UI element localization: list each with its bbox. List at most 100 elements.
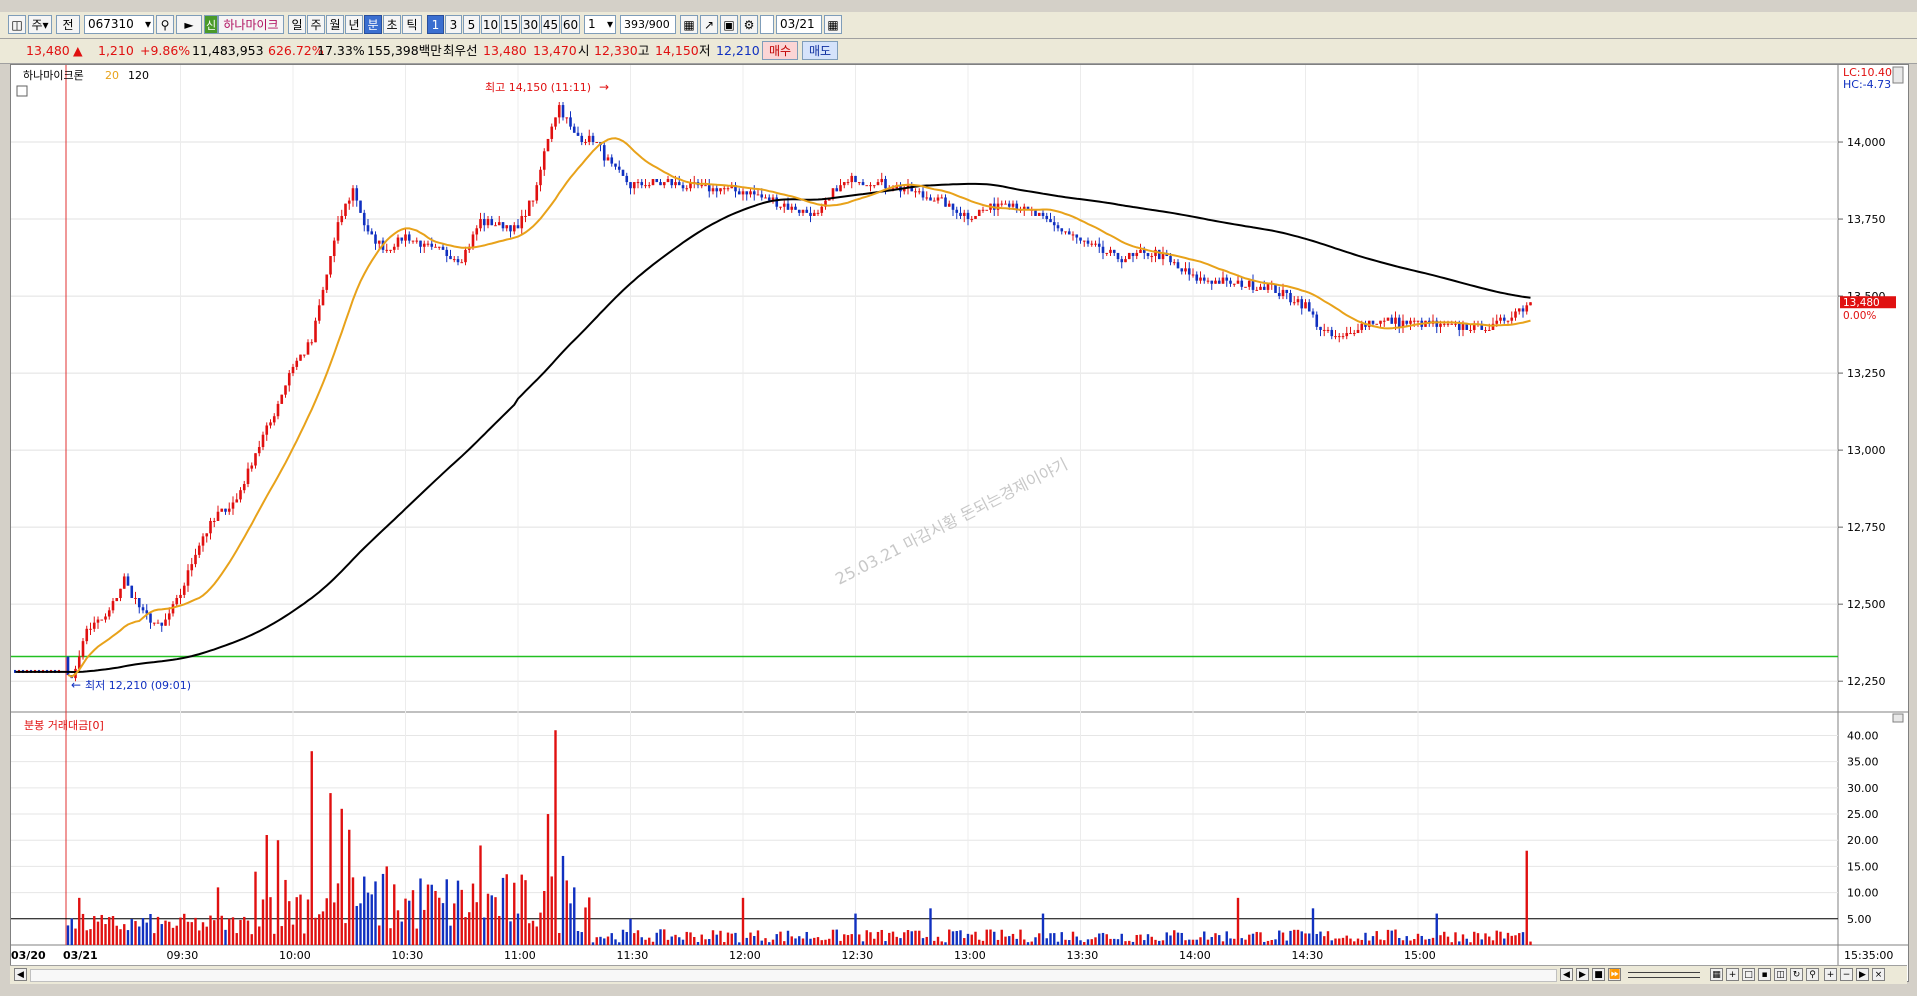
volume-bar <box>1240 938 1243 945</box>
volume-bar <box>1120 933 1123 945</box>
volume-bar <box>1056 941 1060 945</box>
volume-bar <box>505 874 508 945</box>
scroll-left-icon[interactable]: ◀ <box>14 968 27 981</box>
hc-label: HC:-4.73 <box>1843 78 1891 91</box>
period-month-button[interactable]: 월 <box>326 15 344 34</box>
speaker-icon[interactable]: ► <box>176 15 202 34</box>
gear-icon[interactable]: ⚙ <box>740 15 758 34</box>
stock-name[interactable]: 하나마이크 <box>218 15 284 34</box>
volume-bar <box>760 940 763 945</box>
interval-15-button[interactable]: 15 <box>501 15 520 34</box>
scroll-left-end-icon[interactable]: ◀ <box>1560 968 1573 981</box>
candle-body <box>726 188 730 190</box>
shrink-icon[interactable]: ▪ <box>1758 968 1771 981</box>
window-icon[interactable]: ◫ <box>8 15 26 34</box>
chart-area[interactable]: 14,00013,75013,50013,25013,00012,75012,5… <box>10 64 1909 982</box>
close-icon[interactable]: × <box>1872 968 1885 981</box>
interval-5-button[interactable]: 5 <box>463 15 480 34</box>
date-input[interactable]: 03/21 <box>776 15 822 34</box>
interval-1-button[interactable]: 1 <box>427 15 444 34</box>
fast-forward-icon[interactable]: ⏩ <box>1608 968 1621 981</box>
interval-3-button[interactable]: 3 <box>445 15 462 34</box>
volume-bar <box>171 927 175 945</box>
zoom-slider[interactable] <box>1628 972 1700 978</box>
candle-body <box>250 465 254 469</box>
candle-body <box>1450 323 1454 325</box>
period-week-button[interactable]: 주 <box>307 15 325 34</box>
chart-scrollbar[interactable]: ◀ ◀ ▶ ■ ⏩ ▦ + □ ▪ ◫ ↻ ⚲ + − ▶ × <box>10 965 1907 984</box>
volume-bar <box>363 876 366 945</box>
candle-body <box>539 169 542 186</box>
count-select[interactable]: 1 ▾ <box>584 15 616 34</box>
candle-body <box>317 305 321 321</box>
volume-bar <box>1518 933 1521 945</box>
interval-45-button[interactable]: 45 <box>541 15 560 34</box>
sell-button[interactable]: 매도 <box>802 41 838 60</box>
candle-body <box>1397 317 1401 327</box>
search-icon[interactable]: ⚲ <box>156 15 174 34</box>
volume-bar <box>186 921 190 945</box>
save-icon[interactable]: ▣ <box>720 15 738 34</box>
candle-body <box>1172 262 1176 264</box>
volume-bar <box>1409 940 1412 945</box>
volume-bar <box>295 897 298 945</box>
interval-60-button[interactable]: 60 <box>561 15 580 34</box>
scroll-track[interactable] <box>30 969 1557 982</box>
volume-bars <box>66 730 1532 945</box>
date-checkbox[interactable] <box>760 15 774 34</box>
volume-bar <box>273 933 276 945</box>
volume-bar <box>145 922 148 945</box>
candle-body <box>587 135 591 143</box>
stop-icon[interactable]: ■ <box>1592 968 1605 981</box>
crosshair-icon[interactable]: + <box>1726 968 1739 981</box>
mode-select[interactable]: 주▾ <box>28 15 52 34</box>
period-day-button[interactable]: 일 <box>288 15 306 34</box>
chevron-down-icon[interactable]: ▾ <box>145 16 151 33</box>
stock-code-input[interactable]: 067310 ▾ <box>84 15 154 34</box>
price-panel-scroll-icon[interactable] <box>1892 66 1904 84</box>
candle-body <box>261 434 265 448</box>
volume-bar <box>1098 933 1101 945</box>
interval-10-button[interactable]: 10 <box>481 15 500 34</box>
best-quote-label: 최우선 <box>443 43 478 58</box>
period-year-button[interactable]: 년 <box>345 15 363 34</box>
interval-30-button[interactable]: 30 <box>521 15 540 34</box>
volume-bar <box>1184 940 1187 945</box>
zoom-in-icon[interactable]: + <box>1824 968 1837 981</box>
panel-settings-icon[interactable] <box>16 85 28 97</box>
candle-body <box>437 246 441 248</box>
candle-body <box>640 182 644 186</box>
scroll-right-icon[interactable]: ▶ <box>1576 968 1589 981</box>
zoom-fit-icon[interactable]: ▦ <box>1710 968 1723 981</box>
candle-body <box>359 200 362 213</box>
refresh-icon[interactable]: ↻ <box>1790 968 1803 981</box>
volume-bar <box>944 942 947 945</box>
volume-bar <box>1000 929 1003 945</box>
candle-body <box>1514 311 1517 318</box>
candle-body <box>805 209 809 213</box>
zoom-out-icon[interactable]: − <box>1840 968 1853 981</box>
expand-icon[interactable]: □ <box>1742 968 1755 981</box>
buy-button[interactable]: 매수 <box>762 41 798 60</box>
high-arrow-icon: → <box>599 80 609 94</box>
grid-icon[interactable]: ▦ <box>680 15 698 34</box>
volume-bar <box>1285 940 1288 945</box>
volume-panel-scroll-icon[interactable] <box>1892 713 1904 723</box>
price-volume-chart[interactable]: 14,00013,75013,50013,25013,00012,75012,5… <box>11 65 1908 965</box>
volume-bar <box>1375 931 1378 945</box>
layout-icon[interactable]: ◫ <box>1774 968 1787 981</box>
trend-icon[interactable]: ↗ <box>700 15 718 34</box>
period-second-button[interactable]: 초 <box>383 15 401 34</box>
volume-bar <box>318 914 321 945</box>
period-minute-button[interactable]: 분 <box>364 15 382 34</box>
chevron-down-icon[interactable]: ▾ <box>607 16 613 33</box>
candle-body <box>351 188 355 201</box>
calendar-icon[interactable]: ▦ <box>824 15 842 34</box>
scroll-right-end-icon[interactable]: ▶ <box>1856 968 1869 981</box>
period-tick-button[interactable]: 틱 <box>402 15 422 34</box>
search-icon[interactable]: ⚲ <box>1806 968 1819 981</box>
prev-button[interactable]: 전 <box>56 15 80 34</box>
volume-bar <box>843 934 846 945</box>
volume-bar <box>858 934 861 945</box>
candle-body <box>1292 302 1296 304</box>
